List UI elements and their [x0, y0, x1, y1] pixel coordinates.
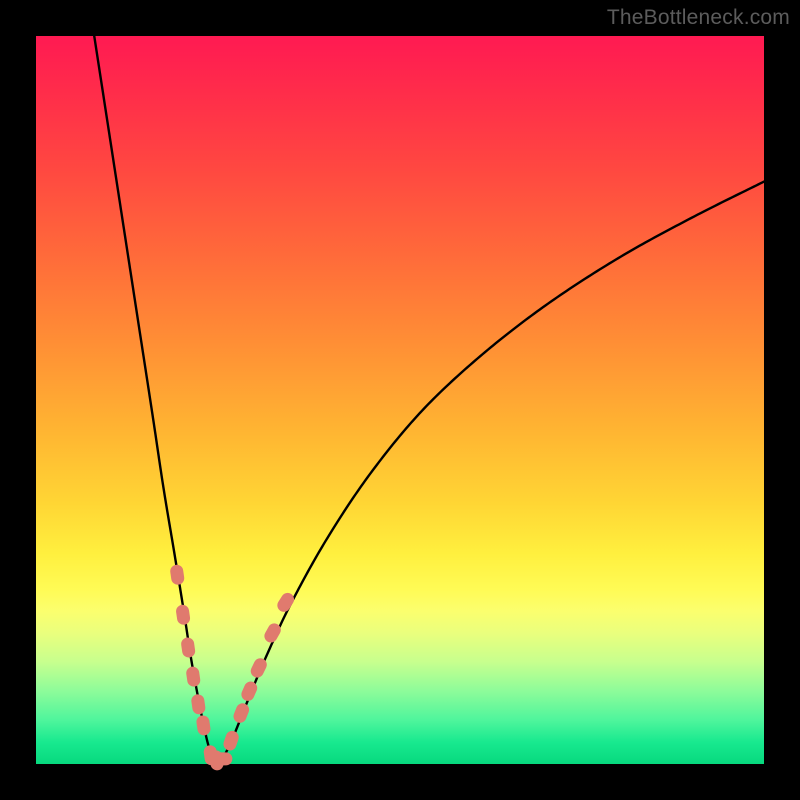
curve-right-branch [223, 182, 764, 759]
marker-left-wall [169, 564, 185, 586]
marker-left-wall [180, 637, 196, 659]
marker-right-wall [275, 590, 297, 614]
marker-right-wall [222, 729, 241, 752]
curve-left-branch [94, 36, 213, 758]
marker-right-wall [232, 701, 251, 724]
marker-right-wall [239, 679, 259, 703]
marker-left-wall [196, 715, 212, 737]
marker-group [169, 564, 296, 771]
chart-frame: TheBottleneck.com [0, 0, 800, 800]
curve-layer [36, 36, 764, 764]
plot-area [36, 36, 764, 764]
marker-left-wall [185, 666, 201, 688]
marker-valley-floor [212, 752, 232, 765]
marker-left-wall [175, 604, 191, 626]
marker-left-wall [190, 693, 206, 715]
watermark-text: TheBottleneck.com [607, 6, 790, 30]
